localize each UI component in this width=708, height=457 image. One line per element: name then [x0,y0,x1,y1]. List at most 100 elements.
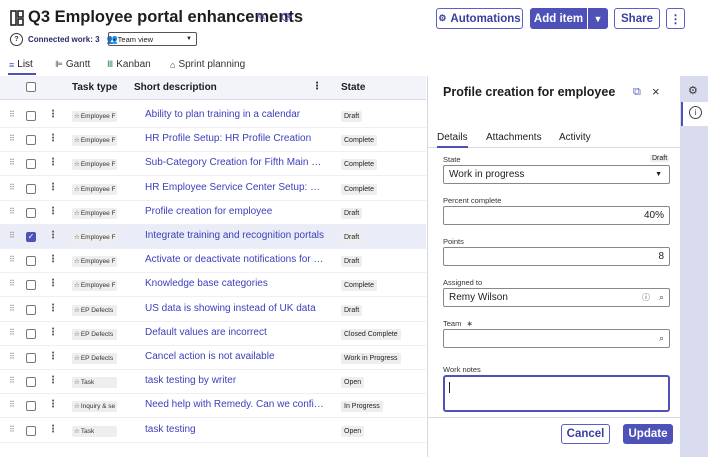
open-external-icon[interactable]: ⧉ [633,86,641,99]
short-description-link[interactable]: Default values are incorrect [145,327,325,338]
panel-tab-attachments[interactable]: Attachments [486,132,542,143]
row-menu-icon[interactable]: ⋮ [48,327,58,338]
drag-handle-icon[interactable]: ⠿ [9,255,15,264]
percent-complete-field[interactable]: 40% [443,206,670,225]
assigned-to-field[interactable]: Remy Wilson ⓘ ⌕ [443,288,670,307]
drag-handle-icon[interactable]: ⠿ [9,328,15,337]
table-row[interactable]: ⠿ ⋮ ☆Employee F Knowledge base categories Co… [0,273,426,298]
cancel-button[interactable]: Cancel [561,424,610,444]
row-menu-icon[interactable]: ⋮ [48,424,58,435]
short-description-link[interactable]: Ability to plan training in a calendar [145,109,325,120]
short-description-link[interactable]: Profile creation for employee [145,206,325,217]
row-checkbox[interactable] [26,183,36,194]
drag-handle-icon[interactable]: ⠿ [9,304,15,313]
drag-handle-icon[interactable]: ⠿ [9,376,15,385]
drag-handle-icon[interactable]: ⠿ [9,110,15,119]
short-description-link[interactable]: task testing [145,424,325,435]
drag-handle-icon[interactable]: ⠿ [9,425,15,434]
rail-active-item[interactable]: i [681,102,708,126]
add-item-button[interactable]: Add item [530,8,587,29]
panel-tab-activity[interactable]: Activity [559,132,591,143]
tab-list[interactable]: ≡ List [9,59,33,70]
column-menu-icon[interactable]: ⋮ [312,81,322,92]
close-icon[interactable]: × [652,84,660,99]
row-menu-icon[interactable]: ⋮ [48,278,58,289]
points-field[interactable]: 8 [443,247,670,266]
row-checkbox[interactable] [26,135,36,146]
row-menu-icon[interactable]: ⋮ [48,254,58,265]
row-checkbox[interactable] [26,377,36,388]
row-checkbox[interactable] [26,304,36,315]
table-row[interactable]: ⠿ ⋮ ☆Employee F Activate or deactivate noti… [0,249,426,274]
short-description-link[interactable]: task testing by writer [145,375,325,386]
row-menu-icon[interactable]: ⋮ [48,351,58,362]
row-checkbox[interactable] [26,256,36,267]
table-row[interactable]: ⠿ ⋮ ☆Employee F Ability to plan training in… [0,104,426,128]
row-checkbox[interactable] [26,401,36,412]
table-row[interactable]: ⠿ ⋮ ☆Employee F HR Profile Setup: HR Profil… [0,128,426,153]
row-checkbox[interactable] [26,111,36,121]
row-menu-icon[interactable]: ⋮ [48,303,58,314]
work-notes-textarea[interactable] [443,375,670,412]
automations-button[interactable]: ⚙ Automations [436,8,523,29]
short-description-link[interactable]: Sub-Category Creation for Fifth Main Co.… [145,157,325,168]
table-row[interactable]: ⠿ ⋮ ☆EP Defects Default values are incorrec… [0,322,426,346]
row-checkbox[interactable] [26,328,36,339]
row-menu-icon[interactable]: ⋮ [48,133,58,144]
update-button[interactable]: Update [623,424,673,444]
short-description-link[interactable]: Need help with Remedy. Can we configu... [145,399,325,410]
table-row[interactable]: ⠿ ✓ ⋮ ☆Employee F Integrate training and rec… [0,225,426,249]
select-all-checkbox[interactable] [26,82,36,92]
row-menu-icon[interactable]: ⋮ [48,206,58,217]
edit-title-icon[interactable]: ✎ [256,10,267,26]
settings-gear-icon[interactable]: ⚙ [688,84,698,97]
column-header-short-description[interactable]: Short description [134,82,217,93]
share-button[interactable]: Share [614,8,660,29]
short-description-link[interactable]: Cancel action is not available [145,351,325,362]
short-description-link[interactable]: Integrate training and recognition porta… [145,230,325,241]
search-icon[interactable]: ⌕ [659,292,664,303]
short-description-link[interactable]: Knowledge base categories [145,278,325,289]
drag-handle-icon[interactable]: ⠿ [9,183,15,192]
team-field[interactable]: ⌕ [443,329,670,348]
drag-handle-icon[interactable]: ⠿ [9,352,15,361]
drag-handle-icon[interactable]: ⠿ [9,158,15,167]
short-description-link[interactable]: HR Employee Service Center Setup: HR ... [145,182,325,193]
tab-gantt[interactable]: ⊫ Gantt [55,59,90,70]
short-description-link[interactable]: US data is showing instead of UK data [145,303,325,314]
view-select[interactable]: ▪ Team view ▼ [108,32,197,46]
row-menu-icon[interactable]: ⋮ [48,182,58,193]
drag-handle-icon[interactable]: ⠿ [9,207,15,216]
tab-kanban[interactable]: Ⅲ Kanban [107,59,151,70]
table-row[interactable]: ⠿ ⋮ ☆Employee F HR Employee Service Center … [0,177,426,201]
short-description-link[interactable]: HR Profile Setup: HR Profile Creation [145,133,325,144]
table-row[interactable]: ⠿ ⋮ ☆EP Defects Cancel action is not availa… [0,346,426,370]
add-item-dropdown-button[interactable]: ▼ [588,8,608,29]
state-select[interactable]: Work in progress ▼ [443,165,670,184]
column-header-state[interactable]: State [341,82,365,93]
row-checkbox[interactable] [26,159,36,170]
drag-handle-icon[interactable]: ⠿ [9,400,15,409]
table-row[interactable]: ⠿ ⋮ ☆Task task testing by writer Open [0,370,426,395]
table-row[interactable]: ⠿ ⋮ ☆Employee F Profile creation for employ… [0,201,426,225]
drag-handle-icon[interactable]: ⠿ [9,231,15,240]
tab-sprint-planning[interactable]: ⌂ Sprint planning [170,59,245,70]
drag-handle-icon[interactable]: ⠿ [9,134,15,143]
table-row[interactable]: ⠿ ⋮ ☆Inquiry & se Need help with Remedy. Ca… [0,394,426,419]
drag-handle-icon[interactable]: ⠿ [9,279,15,288]
row-checkbox[interactable] [26,207,36,218]
panel-tab-details[interactable]: Details [437,132,468,143]
row-menu-icon[interactable]: ⋮ [48,375,58,386]
search-icon[interactable]: ⌕ [659,333,664,344]
row-checkbox[interactable]: ✓ [26,232,36,242]
refresh-icon[interactable]: ⟳ [281,9,293,26]
row-checkbox[interactable] [26,280,36,291]
row-menu-icon[interactable]: ⋮ [48,109,58,120]
info-icon[interactable]: ⓘ [642,292,650,303]
short-description-link[interactable]: Activate or deactivate notifications for… [145,254,325,265]
row-menu-icon[interactable]: ⋮ [48,399,58,410]
row-menu-icon[interactable]: ⋮ [48,230,58,241]
more-options-button[interactable]: ⋮ [666,8,685,29]
column-header-task-type[interactable]: Task type [72,82,117,93]
row-menu-icon[interactable]: ⋮ [48,157,58,168]
